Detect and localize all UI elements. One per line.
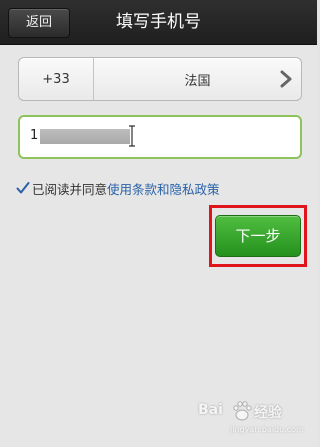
- checkmark-icon[interactable]: [16, 181, 30, 195]
- terms-privacy-link[interactable]: 使用条款和隐私政策: [107, 179, 220, 198]
- text-cursor-icon: [129, 125, 135, 147]
- phone-number-redaction: [40, 129, 130, 144]
- country-selector[interactable]: +33 法国: [18, 57, 302, 101]
- baidu-jingyan-watermark: Bai 经验: [196, 398, 306, 428]
- watermark-suffix: 经验: [254, 405, 282, 421]
- country-name-label: 法国: [184, 73, 211, 89]
- watermark-brand: Bai: [198, 402, 223, 418]
- agreement-text: 已阅读并同意: [32, 181, 108, 197]
- phone-number-prefix: 1: [30, 128, 39, 143]
- page-title: 填写手机号: [116, 12, 201, 32]
- phone-screen: 返回 填写手机号 +33 法国 1 已阅读并同意 使用条款和隐私政策 下一步 B…: [0, 0, 317, 447]
- country-name[interactable]: 法国: [94, 58, 301, 100]
- chevron-right-icon: [280, 70, 292, 88]
- country-code[interactable]: +33: [19, 58, 94, 100]
- watermark-url: jingyan.baidu.com: [230, 425, 304, 434]
- phone-number-input[interactable]: 1: [18, 115, 302, 159]
- next-button[interactable]: 下一步: [215, 215, 301, 257]
- agreement-row[interactable]: 已阅读并同意 使用条款和隐私政策: [16, 179, 220, 197]
- top-bar: 返回 填写手机号: [0, 0, 317, 45]
- paw-logo-icon: [233, 401, 252, 421]
